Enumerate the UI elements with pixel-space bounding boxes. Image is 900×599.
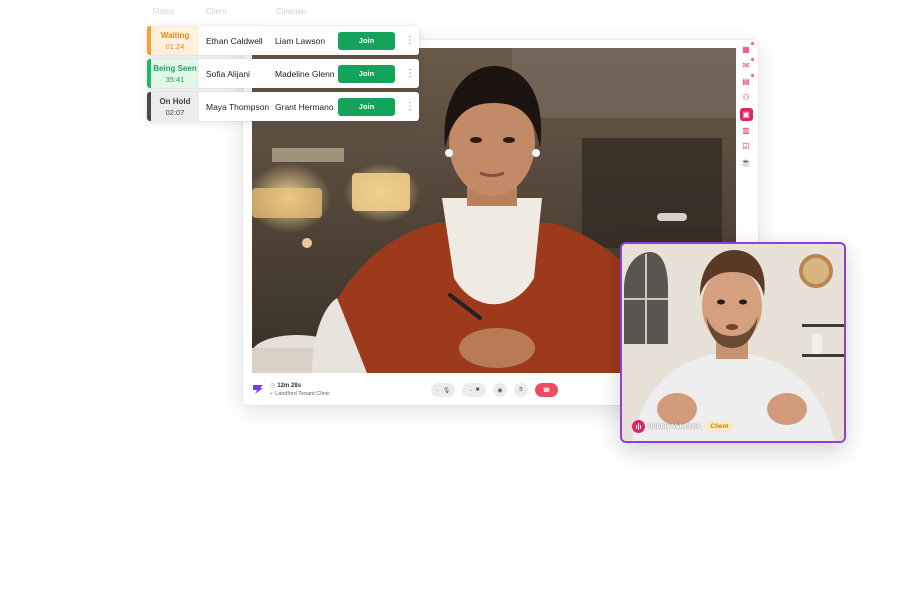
clinic-name: Landford Tenant Clinic — [275, 391, 330, 397]
client-name: Maya Thompson — [206, 101, 270, 112]
call-duration: 12m 28s — [277, 383, 301, 389]
client-video-tile[interactable]: Robbie Valentine Client — [620, 242, 846, 443]
status-timer: 35:41 — [165, 74, 185, 84]
clinician-name: Madeline Glenn — [275, 68, 335, 79]
chevron-down-icon: ⌄ — [435, 387, 440, 393]
brand-logo-icon — [253, 385, 263, 394]
call-controls: ⌄ 🎙︎ ⌄ ■ ◉ ✋︎ ☎︎ — [431, 383, 565, 397]
column-header-status: Status — [152, 7, 175, 16]
audio-level-icon — [632, 420, 645, 433]
raise-hand-button[interactable]: ✋︎ — [514, 383, 528, 397]
messages-icon[interactable]: ✉ — [740, 57, 755, 72]
share-screen-button[interactable]: ◉ — [493, 383, 507, 397]
notification-badge — [750, 73, 755, 78]
microphone-icon: 🎙︎ — [442, 387, 451, 394]
notification-badge — [750, 41, 755, 46]
clinician-name: Liam Lawson — [275, 35, 326, 46]
timer-icon: ◷ — [270, 383, 276, 389]
status-timer: 01:24 — [165, 41, 185, 51]
client-name: Ethan Caldwell — [206, 35, 263, 46]
end-call-icon: ☎︎ — [542, 387, 551, 394]
notification-badge — [750, 57, 755, 62]
share-screen-icon: ◉ — [497, 387, 503, 394]
camera-icon: ■ — [475, 387, 480, 393]
clinician-name: Grant Hermano — [275, 101, 334, 112]
participant-label: Robbie Valentine Client — [632, 420, 734, 433]
notes-icon[interactable]: ▤ — [740, 73, 755, 88]
client-video-image — [622, 244, 844, 441]
location-icon: ⌖ — [270, 391, 274, 397]
coffee-icon[interactable]: ☕ — [740, 157, 752, 169]
side-rail: ▦ ✉ ▤ ⚇ ▣ ▥ ☑ ☕ — [739, 41, 755, 173]
status-badge: On Hold 02:07 — [147, 92, 199, 121]
join-button[interactable]: Join — [338, 64, 395, 83]
status-timer: 02:07 — [165, 107, 185, 117]
more-options-icon[interactable]: ⋮ — [405, 68, 415, 79]
role-badge: Client — [705, 421, 734, 432]
join-button[interactable]: Join — [338, 31, 395, 50]
status-label: Waiting — [160, 30, 190, 40]
queue-row: On Hold 02:07 Maya Thompson Grant Herman… — [147, 92, 419, 121]
documents-icon[interactable]: ▥ — [740, 125, 752, 137]
status-label: Being Seen — [153, 63, 197, 73]
client-name: Sofia Alijani — [206, 68, 250, 79]
raise-hand-icon: ✋︎ — [519, 386, 523, 393]
more-options-icon[interactable]: ⋮ — [405, 101, 415, 112]
microphone-button[interactable]: ⌄ 🎙︎ — [431, 383, 455, 397]
participant-name: Robbie Valentine — [648, 423, 701, 430]
status-badge: Being Seen 35:41 — [147, 59, 199, 88]
column-header-client: Client — [206, 7, 227, 16]
join-button[interactable]: Join — [338, 97, 395, 116]
call-meta: ◷ 12m 28s ⌖ Landford Tenant Clinic — [270, 382, 330, 398]
calendar-icon[interactable]: ▦ — [740, 41, 755, 56]
status-label: On Hold — [159, 96, 191, 106]
end-call-button[interactable]: ☎︎ — [535, 383, 558, 397]
more-options-icon[interactable]: ⋮ — [405, 35, 415, 46]
participants-icon[interactable]: ⚇ — [740, 92, 752, 104]
waiting-room-queue: Waiting 01:24 Ethan Caldwell Liam Lawson… — [147, 26, 419, 125]
checklist-icon[interactable]: ☑ — [740, 141, 752, 153]
queue-row: Waiting 01:24 Ethan Caldwell Liam Lawson… — [147, 26, 419, 55]
video-call-icon[interactable]: ▣ — [739, 108, 753, 121]
status-badge: Waiting 01:24 — [147, 26, 199, 55]
column-header-clinician: Clinician — [276, 7, 307, 16]
camera-button[interactable]: ⌄ ■ — [462, 383, 486, 397]
chevron-down-icon: ⌄ — [468, 387, 473, 393]
queue-row: Being Seen 35:41 Sofia Alijani Madeline … — [147, 59, 419, 88]
